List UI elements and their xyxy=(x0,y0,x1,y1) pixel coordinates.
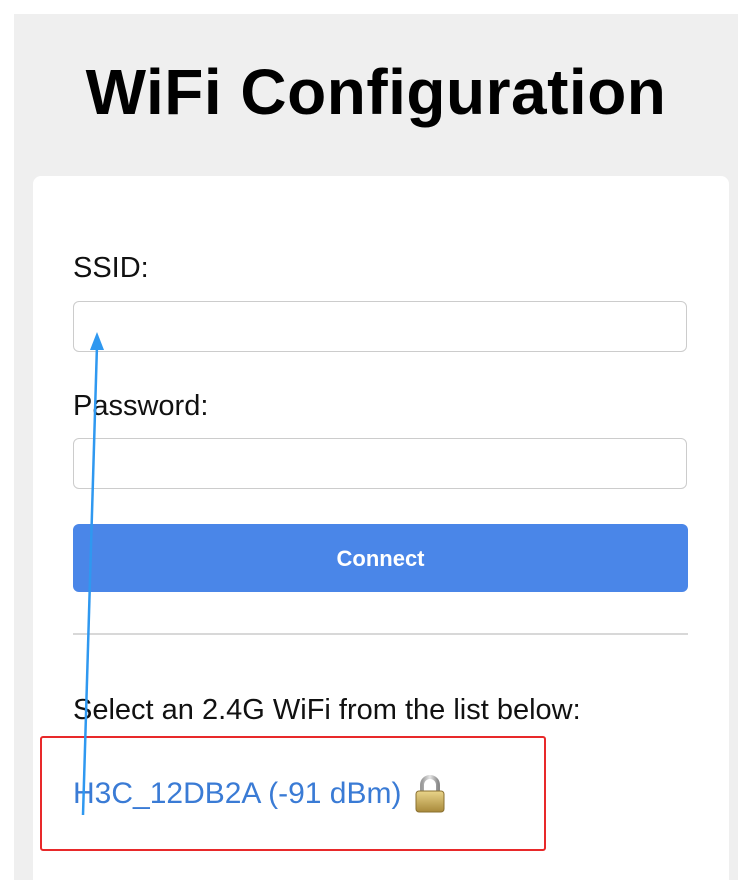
ssid-label: SSID: xyxy=(73,252,149,284)
page-title: WiFi Configuration xyxy=(85,56,667,128)
password-input[interactable] xyxy=(73,438,687,489)
wifi-network-link[interactable]: H3C_12DB2A (-91 dBm) xyxy=(73,772,401,816)
connect-button[interactable]: Connect xyxy=(73,524,688,592)
wifi-config-screen: WiFi Configuration SSID: Password: Conne… xyxy=(0,0,752,896)
ssid-input[interactable] xyxy=(73,301,687,352)
lock-icon xyxy=(415,775,445,813)
wifi-list-heading: Select an 2.4G WiFi from the list below: xyxy=(73,694,581,726)
wifi-network-item[interactable]: H3C_12DB2A (-91 dBm) xyxy=(73,772,447,816)
password-label: Password: xyxy=(73,390,209,422)
divider xyxy=(73,633,688,635)
